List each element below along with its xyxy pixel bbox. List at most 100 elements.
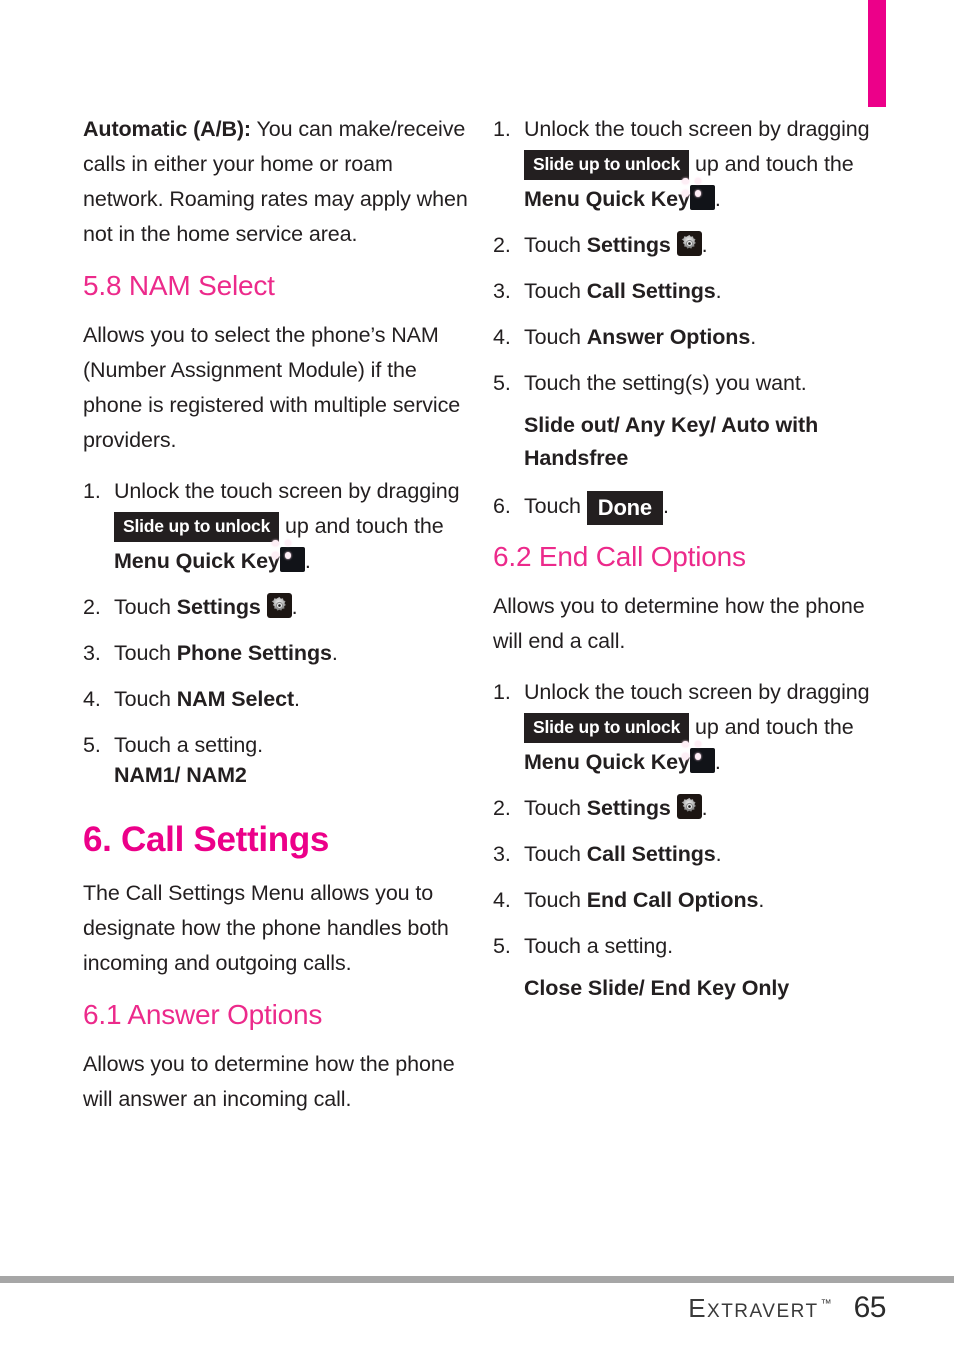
heading-call-settings: 6. Call Settings <box>83 820 330 859</box>
step-item: 4. Touch NAM Select. <box>83 682 468 717</box>
menu-key-dot <box>682 177 689 184</box>
step-item: 6. Touch Done. <box>493 489 878 525</box>
menu-quick-key-icon[interactable] <box>682 177 715 210</box>
answer-options-intro: Allows you to determine how the phone wi… <box>83 1052 455 1111</box>
step-text: Touch the setting(s) you want. <box>524 371 807 395</box>
step-item: 1. Unlock the touch screen by dragging Sl… <box>493 675 878 780</box>
page-footer: EXTRAVERT ™ 65 <box>688 1291 886 1325</box>
step-bold-term: Menu Quick Key <box>114 549 280 573</box>
step-text-mid: up and touch the <box>279 514 444 538</box>
menu-quick-key-icon[interactable] <box>682 740 715 773</box>
slide-up-to-unlock-badge[interactable]: Slide up to unlock <box>524 150 690 180</box>
step-number: 5. <box>493 371 511 395</box>
step-text-mid: up and touch the <box>689 152 854 176</box>
menu-key-dot <box>682 740 689 747</box>
step-text: Touch <box>524 279 587 303</box>
step-number: 4. <box>493 888 511 912</box>
menu-key-dot <box>694 177 702 184</box>
step-number: 1. <box>493 680 511 704</box>
settings-gear-icon[interactable] <box>676 231 702 256</box>
step-bold-term: Call Settings <box>586 279 716 303</box>
step-number: 1. <box>493 117 511 141</box>
call-settings-intro: The Call Settings Menu allows you to des… <box>83 881 449 975</box>
step-text: Touch <box>524 233 587 257</box>
step-bold-term: Answer Options <box>586 325 751 349</box>
automatic-ab-paragraph: Automatic (A/B): You can make/receive ca… <box>83 112 468 252</box>
menu-key-dot <box>272 552 279 559</box>
step-item: 5. Touch the setting(s) you want. <box>493 366 878 401</box>
menu-key-dot <box>682 190 689 197</box>
step-bold-term: Settings <box>586 796 671 820</box>
step-text: Touch a setting. <box>524 934 673 958</box>
step-text: Touch <box>524 796 587 820</box>
slide-up-to-unlock-badge[interactable]: Slide up to unlock <box>524 713 690 743</box>
step-item: 1. Unlock the touch screen by dragging Sl… <box>493 112 878 217</box>
slide-up-to-unlock-badge[interactable]: Slide up to unlock <box>114 512 280 542</box>
step-text: Touch <box>114 595 177 619</box>
step-number: 3. <box>83 641 101 665</box>
menu-key-dot <box>694 753 702 760</box>
step-item: 2. Touch Settings . <box>493 228 878 263</box>
gear-glyph <box>271 596 286 611</box>
step-text-post: . <box>701 233 708 257</box>
brand-text: EXTRAVERT <box>688 1293 819 1323</box>
step-text: Unlock the touch screen by dragging <box>524 117 870 141</box>
menu-key-dot <box>694 190 702 197</box>
step-number: 5. <box>83 733 101 757</box>
step-text: Touch <box>524 842 587 866</box>
step-text-post: . <box>715 279 722 303</box>
heading-answer-options: 6.1 Answer Options <box>83 999 323 1030</box>
trademark-symbol: ™ <box>820 1298 832 1311</box>
step-item: 2. Touch Settings . <box>83 590 468 625</box>
menu-key-dot <box>682 753 689 760</box>
left-column: Automatic (A/B): You can make/receive ca… <box>83 112 468 1133</box>
heading-end-call-options: 6.2 End Call Options <box>493 541 746 572</box>
menu-key-dot <box>694 740 702 747</box>
page-number: 65 <box>853 1291 887 1324</box>
step-text: Touch <box>114 687 177 711</box>
step-number: 2. <box>83 595 101 619</box>
nam-select-intro: Allows you to select the phone’s NAM (Nu… <box>83 323 461 452</box>
menu-quick-key-icon[interactable] <box>272 539 305 572</box>
step-text-post: . <box>331 641 338 665</box>
step-text: Unlock the touch screen by dragging <box>524 680 870 704</box>
step-text: Touch a setting. <box>114 733 263 757</box>
end-call-options-intro: Allows you to determine how the phone wi… <box>493 594 865 653</box>
menu-key-dot <box>284 539 292 546</box>
step-text: Touch <box>524 888 587 912</box>
step-item: 4. Touch End Call Options. <box>493 883 878 918</box>
step-bold-term: Call Settings <box>586 842 716 866</box>
step-number: 1. <box>83 479 101 503</box>
nam-select-steps: 1. Unlock the touch screen by dragging Sl… <box>83 474 468 763</box>
step-text-post: . <box>701 796 708 820</box>
section-tab-marker <box>868 0 886 107</box>
step-text-post: . <box>294 687 300 711</box>
automatic-ab-label: Automatic (A/B): <box>83 117 251 141</box>
step-bold-term: Menu Quick Key <box>524 750 690 774</box>
step-text-post: . <box>750 325 757 349</box>
answer-options-values: Slide out/ Any Key/ Auto with Handsfree <box>524 413 819 470</box>
step-text: Touch <box>524 494 587 518</box>
step-bold-term: Settings <box>176 595 261 619</box>
gear-glyph <box>681 234 696 249</box>
step-number: 4. <box>493 325 511 349</box>
step-bold-term: Phone Settings <box>176 641 332 665</box>
manual-page: Automatic (A/B): You can make/receive ca… <box>0 0 954 1372</box>
gear-glyph <box>681 797 696 812</box>
step-item: 3. Touch Call Settings. <box>493 274 878 309</box>
end-call-options-values: Close Slide/ End Key Only <box>524 976 790 1000</box>
step-bold-term: Settings <box>586 233 671 257</box>
step-item: 5. Touch a setting. <box>83 728 468 763</box>
settings-gear-icon[interactable] <box>676 794 702 819</box>
step-bold-term: End Call Options <box>586 888 759 912</box>
done-badge[interactable]: Done <box>586 491 663 525</box>
step-text-post: . <box>304 549 311 573</box>
step-text-post: . <box>714 187 721 211</box>
step-bold-term: Menu Quick Key <box>524 187 690 211</box>
step-number: 2. <box>493 796 511 820</box>
step-text-post: . <box>714 750 721 774</box>
answer-options-steps: 1. Unlock the touch screen by dragging Sl… <box>493 112 878 401</box>
step-item: 4. Touch Answer Options. <box>493 320 878 355</box>
settings-gear-icon[interactable] <box>266 593 292 618</box>
step-number: 5. <box>493 934 511 958</box>
